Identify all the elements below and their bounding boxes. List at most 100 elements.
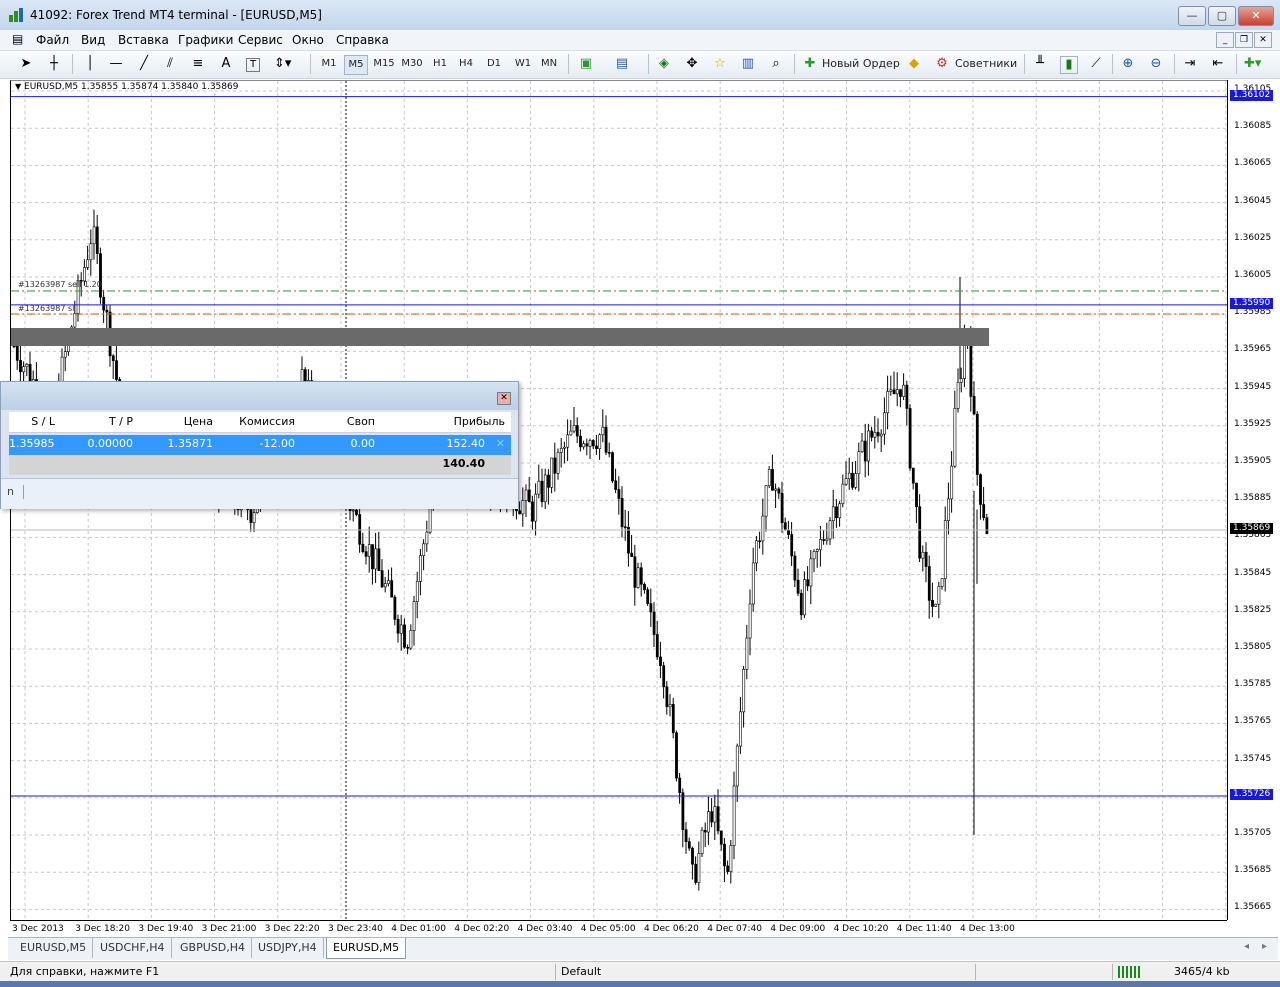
- tab-usdjpy-h4[interactable]: USDJPY,H4: [252, 938, 324, 958]
- maximize-button[interactable]: ▢: [1208, 6, 1236, 26]
- symbol-menu-icon[interactable]: ▼: [15, 82, 21, 91]
- candle-body: [649, 603, 653, 613]
- tf-mn[interactable]: MN: [538, 55, 560, 73]
- terminal-close-button[interactable]: ✕: [497, 392, 511, 405]
- fibonacci-icon[interactable]: ≡: [190, 56, 206, 72]
- price-tag-top-line: 1.36102: [1230, 89, 1273, 101]
- profiles-icon[interactable]: ▤: [614, 56, 630, 72]
- tf-m1[interactable]: M1: [318, 55, 340, 73]
- zoom-out-icon[interactable]: ⊖: [1148, 56, 1164, 72]
- market-watch-icon[interactable]: ◈: [656, 56, 672, 72]
- tab-scroll-right-icon[interactable]: ▸: [1262, 941, 1267, 952]
- tf-m30[interactable]: M30: [400, 55, 424, 73]
- tab-scroll-left-icon[interactable]: ◂: [1244, 941, 1249, 952]
- mdi-close-button[interactable]: ✕: [1254, 32, 1272, 48]
- favorites-icon[interactable]: ☆: [712, 56, 728, 72]
- candle-body: [419, 555, 422, 582]
- candle-body: [559, 448, 563, 453]
- new-order-button[interactable]: Новый Ордер: [822, 55, 902, 73]
- candle-body: [105, 309, 109, 313]
- tf-h4[interactable]: H4: [456, 55, 476, 73]
- menu-insert[interactable]: Вставка: [118, 33, 169, 47]
- menu-window[interactable]: Окно: [292, 33, 324, 47]
- candle-body: [694, 863, 698, 883]
- tab-eurusd-m5[interactable]: EURUSD,M5: [14, 938, 94, 958]
- tester-icon[interactable]: ⌕: [768, 56, 784, 72]
- price-scale[interactable]: 1.361051.360851.360651.360451.360251.360…: [1227, 80, 1280, 920]
- tf-w1[interactable]: W1: [512, 55, 534, 73]
- candle-body: [364, 551, 368, 557]
- candle-body: [815, 549, 819, 552]
- chart-shift-icon[interactable]: ⇤: [1210, 56, 1226, 72]
- col-tp[interactable]: T / P: [61, 412, 138, 432]
- bar-chart-icon[interactable]: ╨: [1032, 56, 1048, 72]
- status-bar: Для справки, нажмите F1 Default 3465/4 k…: [0, 961, 1280, 982]
- document-icon[interactable]: ▤: [12, 32, 26, 46]
- crosshair-icon[interactable]: ┼: [46, 56, 62, 72]
- experts-button[interactable]: Советники: [955, 55, 1017, 73]
- candle-body: [841, 483, 845, 505]
- candle-body: [755, 540, 758, 564]
- text-label-icon[interactable]: T: [246, 58, 260, 72]
- candle-body: [556, 452, 560, 474]
- candle-body: [614, 480, 618, 490]
- menu-help[interactable]: Справка: [336, 33, 389, 47]
- tf-d1[interactable]: D1: [484, 55, 504, 73]
- navigator-icon[interactable]: ✥: [684, 56, 700, 72]
- menu-tools[interactable]: Сервис: [238, 33, 283, 47]
- col-profit[interactable]: Прибыль: [379, 412, 511, 432]
- candle-body: [19, 360, 22, 373]
- col-sl[interactable]: S / L: [9, 412, 62, 432]
- candle-body: [761, 515, 765, 542]
- title-bar: 41092: Forex Trend MT4 terminal - [EURUS…: [0, 0, 1280, 31]
- menu-file[interactable]: Файл: [36, 33, 69, 47]
- candle-body: [396, 619, 400, 634]
- text-tool-icon[interactable]: A: [218, 56, 234, 72]
- time-tick: 3 Dec 18:20: [75, 924, 130, 934]
- tf-m15[interactable]: M15: [372, 55, 396, 73]
- candle-body: [873, 432, 877, 438]
- new-chart-icon[interactable]: ▣: [578, 56, 594, 72]
- menu-charts[interactable]: Графики: [178, 33, 233, 47]
- warning-icon[interactable]: ◆: [906, 56, 922, 72]
- col-commission[interactable]: Комиссия: [217, 412, 300, 432]
- tf-m5[interactable]: M5: [344, 55, 368, 75]
- mdi-restore-button[interactable]: ❐: [1235, 32, 1253, 48]
- terminal-title-bar[interactable]: [1, 382, 518, 410]
- new-order-icon[interactable]: ✚: [802, 56, 818, 72]
- close-order-icon[interactable]: ✕: [493, 435, 505, 453]
- menu-view[interactable]: Вид: [81, 33, 105, 47]
- line-chart-icon[interactable]: ⟋: [1088, 56, 1104, 72]
- time-tick: 4 Dec 05:00: [580, 924, 636, 934]
- table-row[interactable]: 1.35985 0.00000 1.35871 -12.00 0.00 152.…: [9, 435, 511, 455]
- tab-eurusd-m5-active[interactable]: EURUSD,M5: [326, 938, 407, 959]
- terminal-icon[interactable]: ▥: [740, 56, 756, 72]
- cursor-icon[interactable]: ➤: [18, 56, 34, 72]
- col-swap[interactable]: Своп: [299, 412, 380, 432]
- candle-body: [726, 865, 730, 872]
- trendline-icon[interactable]: ╱: [136, 56, 152, 72]
- candle-body: [99, 253, 102, 298]
- experts-icon[interactable]: ⚙: [934, 56, 950, 72]
- candlestick-icon[interactable]: ▮: [1060, 56, 1078, 74]
- candle-body: [579, 435, 582, 448]
- price-tick: 1.36025: [1234, 232, 1272, 243]
- tab-gbpusd-h4[interactable]: GBPUSD,H4: [174, 938, 252, 958]
- minimize-button[interactable]: —: [1178, 6, 1206, 26]
- zoom-in-icon[interactable]: ⊕: [1120, 56, 1136, 72]
- arrows-dropdown-icon[interactable]: ⇕▾: [274, 56, 291, 72]
- auto-scroll-icon[interactable]: ⇥: [1182, 56, 1198, 72]
- col-price[interactable]: Цена: [137, 412, 218, 432]
- vertical-line-icon[interactable]: │: [82, 56, 98, 72]
- indicators-icon[interactable]: ✚▾: [1244, 56, 1261, 72]
- terminal-tab-fragment[interactable]: n: [7, 485, 14, 498]
- tf-h1[interactable]: H1: [430, 55, 450, 73]
- menu-bar: ▤ Файл Вид Вставка Графики Сервис Окно С…: [0, 30, 1280, 51]
- channel-icon[interactable]: ⫽: [162, 56, 178, 72]
- mdi-minimize-button[interactable]: _: [1216, 32, 1234, 48]
- close-button[interactable]: ✕: [1238, 6, 1274, 26]
- tab-usdchf-h4[interactable]: USDCHF,H4: [94, 938, 172, 958]
- candle-body: [86, 259, 90, 268]
- candle-body: [774, 488, 778, 491]
- horizontal-line-icon[interactable]: —: [108, 56, 124, 72]
